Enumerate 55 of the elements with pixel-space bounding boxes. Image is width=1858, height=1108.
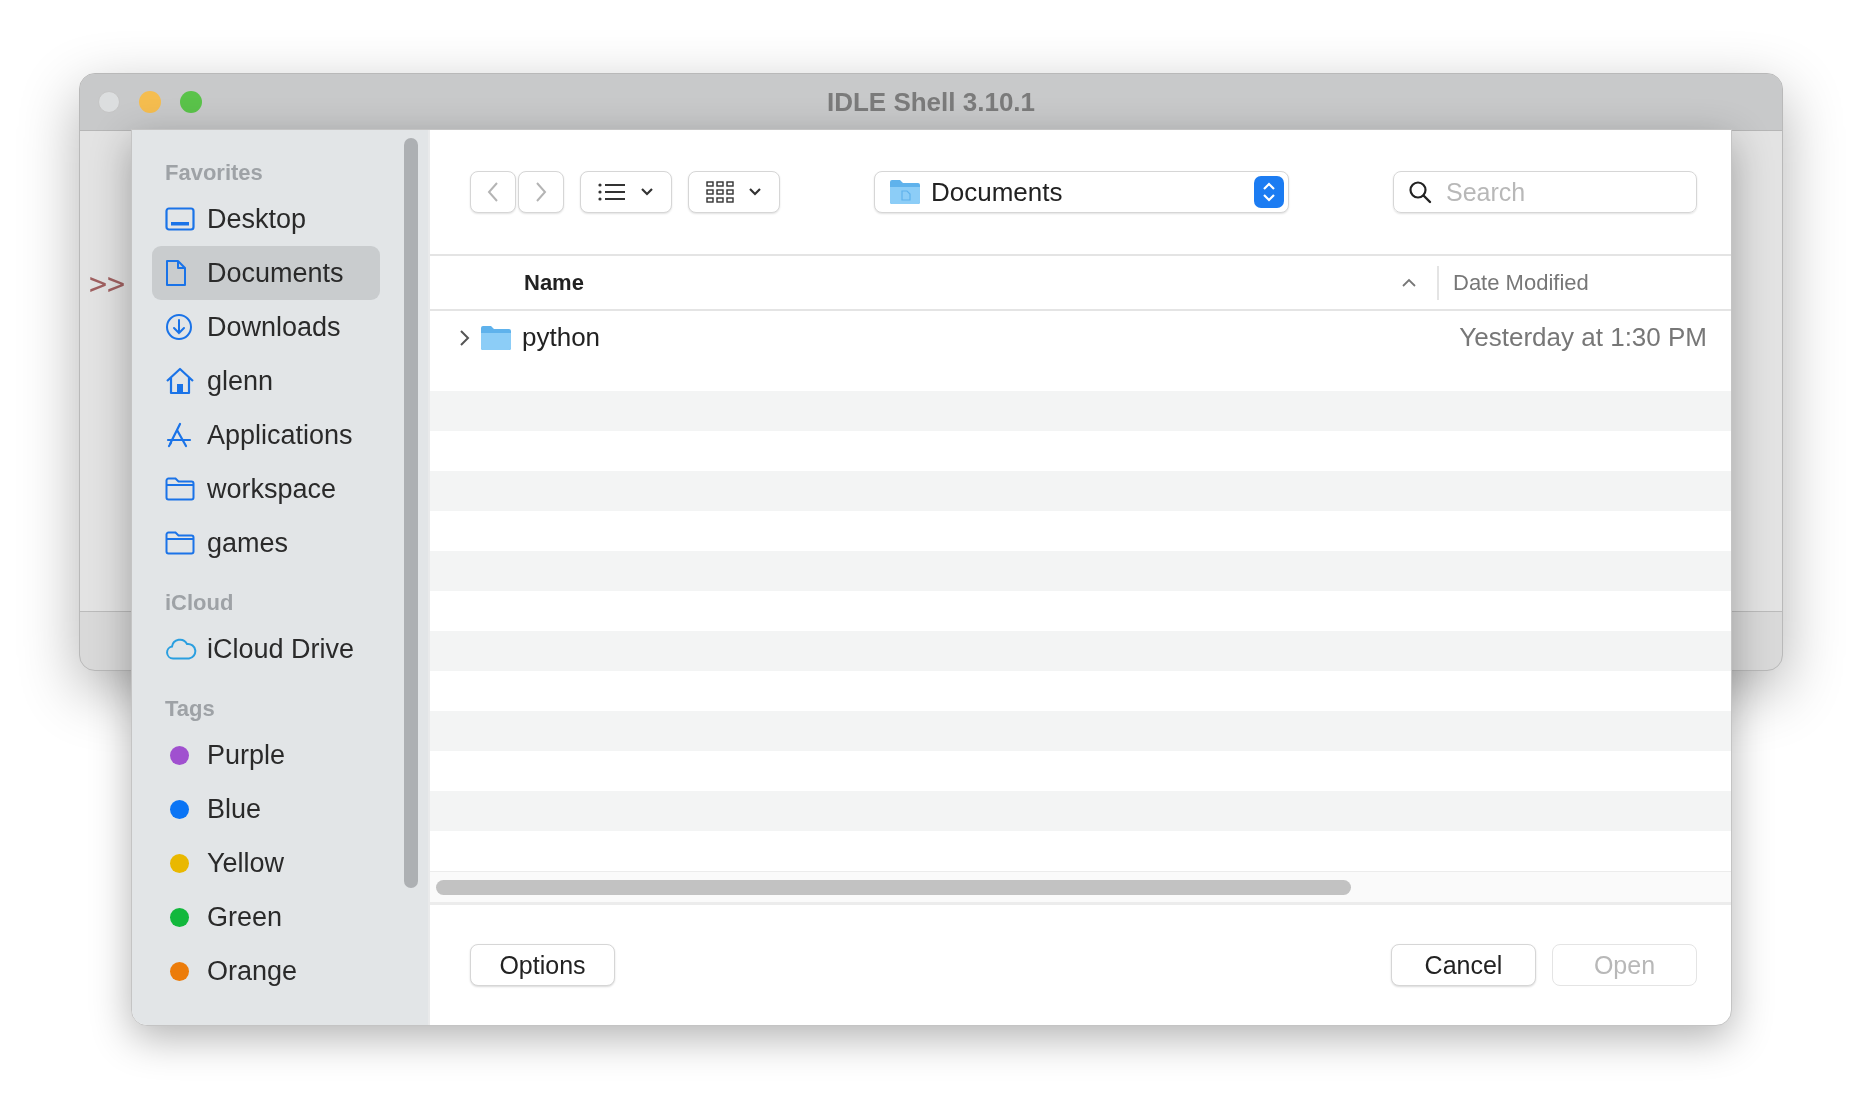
sidebar-item[interactable]: Applications [152, 408, 380, 462]
disclosure-chevron-icon[interactable] [458, 328, 470, 347]
grid-view-button[interactable] [688, 171, 780, 213]
popup-arrows-icon [1254, 176, 1284, 208]
download-icon [165, 313, 193, 341]
shell-prompt: >> [89, 266, 126, 301]
options-button[interactable]: Options [470, 944, 615, 986]
sidebar-scrollbar[interactable] [404, 138, 418, 888]
cloud-icon [165, 638, 197, 660]
folder-icon [165, 477, 195, 501]
window-title: IDLE Shell 3.10.1 [826, 86, 1036, 118]
sidebar-heading: Tags [164, 695, 216, 723]
forward-button[interactable] [518, 171, 564, 213]
sidebar-heading: Favorites [164, 159, 264, 187]
chevron-down-icon [640, 187, 654, 197]
minimize-button[interactable] [139, 91, 161, 113]
house-icon [165, 367, 195, 395]
search-input[interactable]: Search [1444, 176, 1688, 208]
sidebar-item[interactable]: Desktop [152, 192, 380, 246]
date-column-header[interactable]: Date Modified [1437, 265, 1731, 300]
name-column-header[interactable]: Name [430, 256, 1437, 309]
applications-icon [165, 422, 193, 448]
file-name[interactable]: python [522, 322, 601, 353]
folder-icon [165, 531, 195, 555]
sidebar-item[interactable]: Purple [152, 728, 380, 782]
location-popup[interactable]: Documents [874, 171, 1289, 213]
chevron-right-icon [535, 181, 547, 203]
zoom-button[interactable] [180, 91, 202, 113]
sidebar-heading: iCloud [164, 589, 235, 617]
grid-icon [706, 181, 734, 203]
sidebar-item[interactable]: iCloud Drive [152, 622, 380, 676]
sidebar-item[interactable]: Downloads [152, 300, 380, 354]
list-icon [598, 182, 626, 202]
chevron-down-icon [748, 187, 762, 197]
search-field[interactable]: Search [1393, 171, 1697, 213]
folder-icon [480, 324, 512, 351]
folder-icon [889, 179, 921, 205]
back-button[interactable] [470, 171, 516, 213]
document-icon [165, 259, 187, 287]
search-icon [1408, 180, 1432, 204]
sidebar-item[interactable]: Blue [152, 782, 380, 836]
file-date: Yesterday at 1:30 PM [1459, 322, 1707, 353]
sidebar-item[interactable]: Yellow [152, 836, 380, 890]
sidebar-item[interactable]: games [152, 516, 380, 570]
dialog-button[interactable]: Cancel [1391, 944, 1536, 986]
chevron-left-icon [487, 181, 499, 203]
desktop-icon [165, 207, 195, 231]
sidebar-item[interactable]: workspace [152, 462, 380, 516]
sidebar-item[interactable]: Orange [152, 944, 380, 998]
close-button[interactable] [98, 91, 120, 113]
sidebar-item[interactable]: Documents [152, 246, 380, 300]
horizontal-scrollbar[interactable] [436, 879, 1351, 895]
sidebar-item[interactable]: Green [152, 890, 380, 944]
sidebar-item[interactable]: glenn [152, 354, 380, 408]
list-view-button[interactable] [580, 171, 672, 213]
